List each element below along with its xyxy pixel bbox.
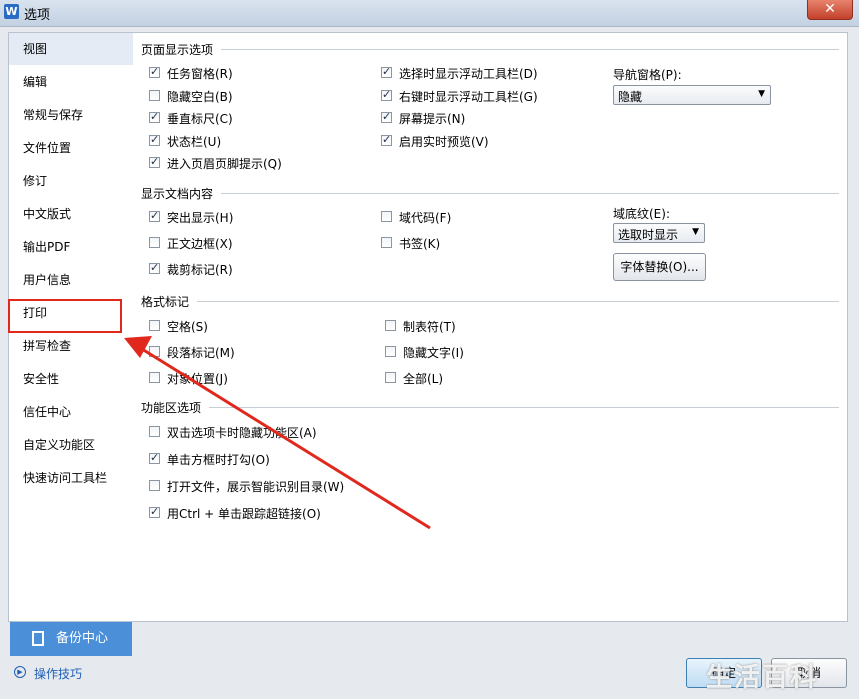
watermark: 生活百科: [706, 663, 819, 693]
annotation-arrow-head: [124, 336, 152, 358]
annotation-arrow-line: [141, 347, 431, 530]
annotation-arrow: [124, 336, 431, 530]
